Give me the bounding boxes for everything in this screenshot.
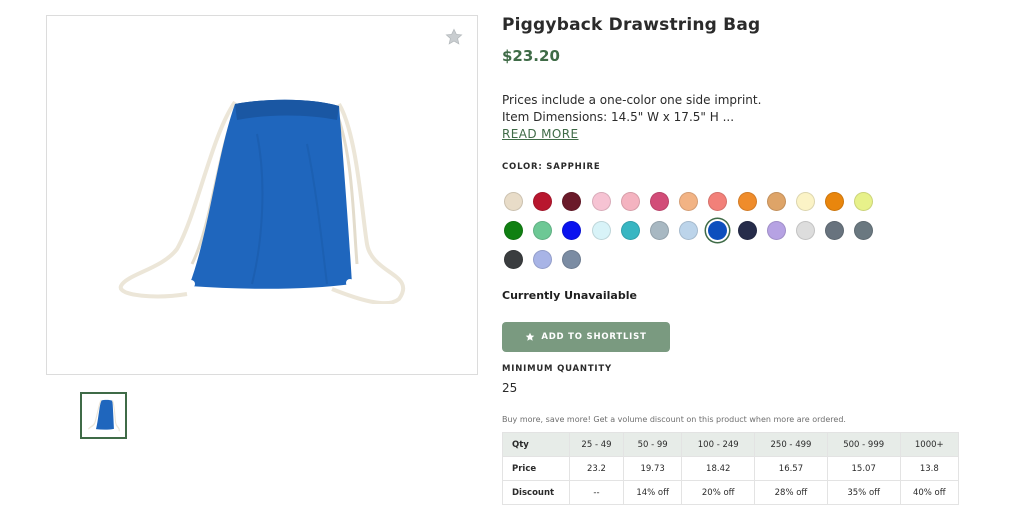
description-line: Prices include a one-color one side impr…	[502, 93, 762, 107]
color-swatch[interactable]	[504, 250, 523, 269]
table-cell: 18.42	[681, 456, 756, 481]
color-swatch[interactable]	[766, 221, 786, 240]
table-header-cell: Qty	[502, 432, 570, 457]
table-cell: 14% off	[622, 480, 683, 505]
table-header-cell: 100 - 249	[681, 432, 756, 457]
table-cell: 40% off	[899, 480, 960, 505]
favorite-star-icon[interactable]	[445, 28, 463, 46]
add-to-shortlist-button[interactable]: ADD TO SHORTLIST	[502, 322, 670, 352]
table-header-cell: 25 - 49	[569, 432, 624, 457]
color-swatch[interactable]	[679, 192, 699, 211]
read-more-link[interactable]: READ MORE	[502, 127, 579, 141]
table-cell: 20% off	[681, 480, 756, 505]
product-thumbnail[interactable]	[80, 392, 127, 439]
color-swatch[interactable]	[708, 221, 728, 240]
table-cell: 35% off	[826, 480, 901, 505]
table-row-price: Price 23.2 19.73 18.42 16.57 15.07 13.8	[502, 456, 960, 481]
color-swatch[interactable]	[591, 192, 611, 211]
color-swatch[interactable]	[854, 192, 874, 211]
color-swatch[interactable]	[737, 221, 757, 240]
color-swatch[interactable]	[533, 192, 553, 211]
table-header-cell: 50 - 99	[622, 432, 683, 457]
color-swatch[interactable]	[504, 192, 523, 211]
minimum-quantity-value: 25	[502, 381, 518, 395]
table-header-cell: 500 - 999	[826, 432, 901, 457]
table-cell: 28% off	[754, 480, 828, 505]
volume-discount-promo: Buy more, save more! Get a volume discou…	[502, 415, 846, 424]
color-swatch[interactable]	[854, 221, 874, 240]
color-swatch[interactable]	[796, 221, 815, 240]
table-row-discount: Discount -- 14% off 20% off 28% off 35% …	[502, 480, 960, 505]
color-swatch[interactable]	[562, 250, 582, 269]
drawstring-bag-image	[118, 99, 406, 304]
color-swatch[interactable]	[650, 221, 669, 240]
color-swatch[interactable]	[620, 221, 640, 240]
color-swatch[interactable]	[679, 221, 699, 240]
color-swatch[interactable]	[825, 221, 845, 240]
color-swatch[interactable]	[650, 192, 669, 211]
description-line: Item Dimensions: 14.5" W x 17.5" H ...	[502, 110, 735, 124]
color-swatch[interactable]	[562, 192, 582, 211]
table-header-cell: 1000+	[899, 432, 960, 457]
color-swatch[interactable]	[620, 192, 640, 211]
table-row-label: Discount	[502, 480, 570, 505]
color-swatch[interactable]	[504, 221, 523, 240]
volume-pricing-table: Qty 25 - 49 50 - 99 100 - 249 250 - 499 …	[502, 432, 960, 505]
shortlist-button-label: ADD TO SHORTLIST	[541, 332, 647, 342]
table-row-label: Price	[502, 456, 570, 481]
table-cell: 15.07	[826, 456, 901, 481]
table-cell: 13.8	[899, 456, 960, 481]
product-price: $23.20	[502, 47, 560, 65]
table-cell: 19.73	[622, 456, 683, 481]
product-description: Prices include a one-color one side impr…	[502, 92, 761, 126]
color-swatch[interactable]	[533, 221, 553, 240]
minimum-quantity-label: MINIMUM QUANTITY	[502, 364, 612, 374]
availability-status: Currently Unavailable	[502, 289, 637, 302]
table-cell: 16.57	[754, 456, 828, 481]
color-swatch[interactable]	[737, 192, 757, 211]
color-swatch[interactable]	[708, 192, 728, 211]
color-swatch[interactable]	[825, 192, 845, 211]
color-swatch[interactable]	[796, 192, 815, 211]
table-cell: --	[569, 480, 624, 505]
color-swatch[interactable]	[591, 221, 611, 240]
color-swatch[interactable]	[562, 221, 582, 240]
table-header-row: Qty 25 - 49 50 - 99 100 - 249 250 - 499 …	[502, 432, 960, 457]
table-cell: 23.2	[569, 456, 624, 481]
color-swatch[interactable]	[766, 192, 786, 211]
star-icon	[526, 332, 535, 341]
product-image-main	[46, 15, 478, 375]
table-header-cell: 250 - 499	[754, 432, 828, 457]
product-title: Piggyback Drawstring Bag	[502, 15, 761, 35]
color-swatch[interactable]	[533, 250, 553, 269]
color-label: COLOR: SAPPHIRE	[502, 162, 601, 172]
